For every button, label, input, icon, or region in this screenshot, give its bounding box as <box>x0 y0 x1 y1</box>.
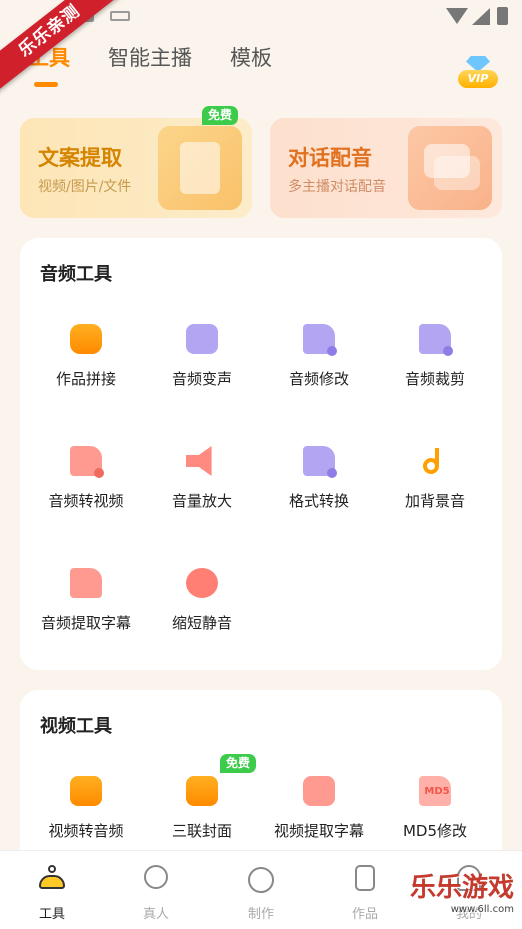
feature-card-copy-extract[interactable]: 文案提取 视频/图片/文件 免费 <box>20 106 252 218</box>
section-title: 音频工具 <box>40 264 112 285</box>
vip-label: VIP <box>458 70 498 88</box>
tool-label: 音频修改 <box>288 370 349 388</box>
tool-label: 视频转音频 <box>48 822 124 840</box>
audio-tools-card: 音频工具 作品拼接 音频变声 音频修改 音频裁剪 音频转视频 音量放大 格式转换… <box>20 238 502 670</box>
nav-real-person[interactable]: 真人 <box>116 863 196 922</box>
create-face-icon <box>246 863 276 893</box>
tool-md5-modify[interactable]: MD5 MD5修改 <box>377 774 493 841</box>
watermark-logo: 乐乐游戏 www.6ll.com <box>410 872 520 927</box>
music-note-plus-icon <box>417 444 453 478</box>
tool-label: MD5修改 <box>402 822 468 840</box>
toolbox-icon <box>37 863 67 893</box>
headset-person-icon <box>141 863 171 893</box>
tool-audio-to-video[interactable]: 音频转视频 <box>28 444 144 511</box>
tab-smart-anchor[interactable]: 智能主播 <box>108 42 192 72</box>
tool-video-to-audio[interactable]: 视频转音频 <box>28 774 144 841</box>
tool-label: 作品拼接 <box>55 370 116 388</box>
keyboard-icon <box>110 11 130 21</box>
tool-label: 音频提取字幕 <box>40 614 131 632</box>
vip-button[interactable]: VIP <box>458 56 498 90</box>
tool-label: 音频裁剪 <box>404 370 465 388</box>
tool-label: 加背景音 <box>404 492 465 510</box>
tool-label: 三联封面 <box>171 822 232 840</box>
watermark-url: www.6ll.com <box>450 904 514 915</box>
wifi-icon <box>446 8 468 24</box>
audio-edit-icon <box>301 322 337 356</box>
tool-audio-edit[interactable]: 音频修改 <box>261 322 377 389</box>
battery-icon <box>497 7 508 25</box>
tab-templates[interactable]: 模板 <box>230 42 272 72</box>
feature-subtitle: 视频/图片/文件 <box>38 179 132 195</box>
feature-title: 文案提取 <box>38 146 122 170</box>
nav-works[interactable]: 作品 <box>325 863 405 922</box>
tool-splice[interactable]: 作品拼接 <box>28 322 144 389</box>
works-icon <box>350 863 380 893</box>
tool-voice-change[interactable]: 音频变声 <box>144 322 260 389</box>
chat-bubbles-icon <box>408 126 492 210</box>
nav-label: 工具 <box>38 907 65 922</box>
tool-triple-cover[interactable]: 三联封面 免费 <box>144 754 260 841</box>
nav-label: 制作 <box>247 907 274 922</box>
watermark-text: 乐乐游戏 <box>410 873 515 903</box>
tool-label: 缩短静音 <box>171 614 232 632</box>
nav-label: 真人 <box>142 907 169 922</box>
tool-label: 音频转视频 <box>48 492 124 510</box>
tool-label: 音量放大 <box>171 492 232 510</box>
tool-volume-up[interactable]: 音量放大 <box>144 444 260 511</box>
section-title: 视频工具 <box>40 716 112 737</box>
subtitle-extract-icon <box>68 566 104 600</box>
tool-label: 格式转换 <box>288 492 349 510</box>
format-convert-icon <box>301 444 337 478</box>
tool-label: 音频变声 <box>171 370 232 388</box>
tool-shorten-silence[interactable]: 缩短静音 <box>144 566 260 633</box>
nav-label: 作品 <box>351 907 378 922</box>
splice-icon <box>68 322 104 356</box>
nav-tools[interactable]: 工具 <box>12 863 92 922</box>
signal-icon <box>472 8 490 25</box>
nav-create[interactable]: 制作 <box>221 863 301 922</box>
volume-up-icon <box>184 444 220 478</box>
tool-audio-trim[interactable]: 音频裁剪 <box>377 322 493 389</box>
feature-title: 对话配音 <box>288 146 372 170</box>
feature-subtitle: 多主播对话配音 <box>288 179 386 195</box>
free-badge: 免费 <box>202 106 239 125</box>
top-tabs: 工具 智能主播 模板 <box>0 40 522 90</box>
tool-format-convert[interactable]: 格式转换 <box>261 444 377 511</box>
video-subtitle-icon <box>301 774 337 808</box>
tool-label: 视频提取字幕 <box>273 822 364 840</box>
free-badge: 免费 <box>220 754 257 773</box>
cover-image-icon <box>184 774 220 808</box>
tool-audio-subtitle[interactable]: 音频提取字幕 <box>28 566 144 633</box>
md5-icon: MD5 <box>417 774 453 808</box>
md5-glyph: MD5 <box>424 786 450 797</box>
active-tab-indicator <box>34 82 58 87</box>
video-to-audio-icon <box>68 774 104 808</box>
feature-card-dialogue-dubbing[interactable]: 对话配音 多主播对话配音 <box>270 118 502 218</box>
tool-video-subtitle[interactable]: 视频提取字幕 <box>261 774 377 841</box>
audio-to-video-icon <box>68 444 104 478</box>
magic-wand-icon <box>184 322 220 356</box>
document-icon <box>158 126 242 210</box>
stopwatch-icon <box>184 566 220 600</box>
scissors-icon <box>417 322 453 356</box>
tool-add-bgm[interactable]: 加背景音 <box>377 444 493 511</box>
